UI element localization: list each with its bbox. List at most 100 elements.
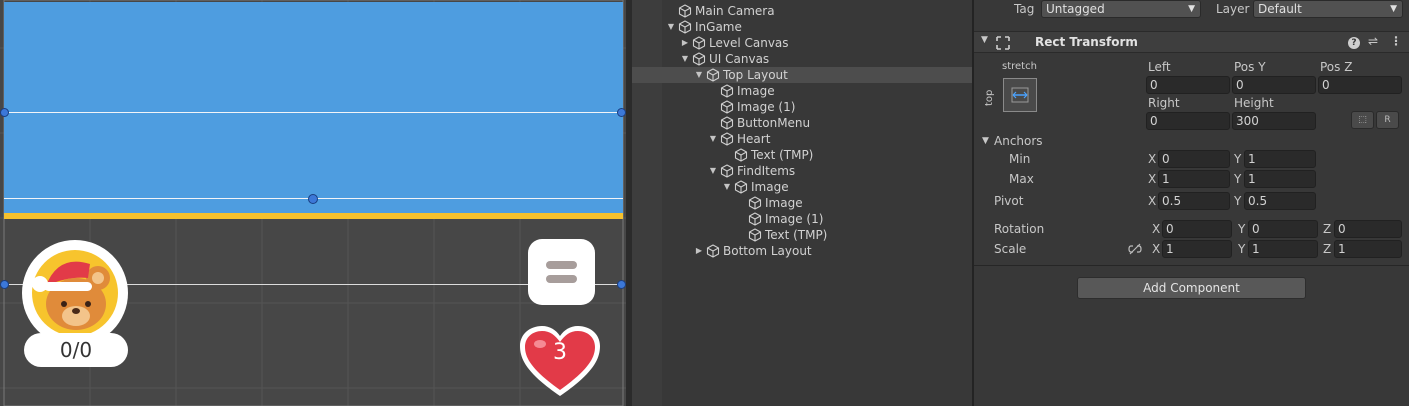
anchor-handle-right[interactable] <box>617 280 626 289</box>
pivot-y-field[interactable]: 0.5 <box>1244 192 1316 210</box>
left-label: Left <box>1148 60 1171 74</box>
anchor-max-y-field[interactable]: 1 <box>1244 170 1316 188</box>
anchor-min-x-field[interactable]: 0 <box>1158 150 1230 168</box>
right-label: Right <box>1148 96 1180 110</box>
raw-edit-button[interactable]: R <box>1376 111 1399 129</box>
height-field[interactable]: 300 <box>1232 112 1316 130</box>
rect-transform-header[interactable]: ▼ Rect Transform ? ⇌ ⋮ <box>974 31 1409 53</box>
axis-x-label: X <box>1148 172 1157 186</box>
rotation-z-field[interactable]: 0 <box>1334 220 1402 238</box>
component-title: Rect Transform <box>1035 35 1138 49</box>
hierarchy-item[interactable]: Text (TMP) <box>632 147 972 163</box>
posy-field[interactable]: 0 <box>1232 76 1316 94</box>
help-icon[interactable]: ? <box>1348 37 1360 49</box>
rotation-x-field[interactable]: 0 <box>1162 220 1232 238</box>
hierarchy-item[interactable]: ▼ Image <box>632 179 972 195</box>
menu-button[interactable] <box>528 239 595 305</box>
left-field[interactable]: 0 <box>1146 76 1230 94</box>
hierarchy-item-label: Image (1) <box>737 100 796 114</box>
constrain-proportions-icon[interactable] <box>1128 243 1142 255</box>
menu-bar-icon <box>546 261 577 269</box>
chevron-down-icon: ▼ <box>1188 4 1195 14</box>
inspector-panel: Tag Untagged ▼ Layer Default ▼ ▼ Rect Tr… <box>974 0 1409 406</box>
foldout-expanded-icon[interactable]: ▼ <box>708 163 718 179</box>
hierarchy-item-label: Level Canvas <box>709 36 789 50</box>
chevron-down-icon: ▼ <box>1390 4 1397 14</box>
foldout-expanded-icon[interactable]: ▼ <box>708 131 718 147</box>
anchor-handle-left[interactable] <box>0 280 9 289</box>
axis-y-label: Y <box>1234 152 1242 166</box>
axis-z-label: Z <box>1323 222 1332 236</box>
blueprint-mode-button[interactable]: ⬚ <box>1351 111 1374 129</box>
gameobject-cube-icon <box>720 163 734 179</box>
anchor-preset-horizontal: stretch <box>1002 61 1037 72</box>
scale-z-field[interactable]: 1 <box>1334 240 1402 258</box>
posz-field[interactable]: 0 <box>1318 76 1402 94</box>
height-label: Height <box>1234 96 1274 110</box>
foldout-expanded-icon[interactable]: ▼ <box>666 19 676 35</box>
axis-y-label: Y <box>1238 242 1246 256</box>
bear-santa-icon <box>32 261 110 330</box>
hierarchy-item[interactable]: ▼ UI Canvas <box>632 51 972 67</box>
right-field[interactable]: 0 <box>1146 112 1230 130</box>
anchor-min-y-field[interactable]: 1 <box>1244 150 1316 168</box>
axis-x-label: X <box>1152 242 1161 256</box>
foldout-expanded-icon[interactable]: ▼ <box>694 67 704 83</box>
hierarchy-item-label: Text (TMP) <box>751 148 814 162</box>
layer-dropdown[interactable]: Default ▼ <box>1253 0 1403 18</box>
hierarchy-item[interactable]: ▼ Top Layout <box>632 67 972 83</box>
tag-label: Tag <box>1014 2 1035 16</box>
foldout-collapsed-icon[interactable]: ▶ <box>680 35 690 51</box>
preset-icon[interactable]: ⇌ <box>1368 34 1378 48</box>
gameobject-cube-icon <box>748 227 762 243</box>
pivot-label: Pivot <box>994 194 1024 208</box>
rect-handle-bottom[interactable] <box>308 194 318 204</box>
more-options-icon[interactable]: ⋮ <box>1390 34 1402 48</box>
hierarchy-item[interactable]: ▶ Level Canvas <box>632 35 972 51</box>
hierarchy-item[interactable]: ▼ InGame <box>632 19 972 35</box>
hierarchy-item[interactable]: Image (1) <box>632 99 972 115</box>
foldout-expanded-icon[interactable]: ▼ <box>680 51 690 67</box>
hierarchy-item-label: Heart <box>737 132 771 146</box>
axis-y-label: Y <box>1234 172 1242 186</box>
scale-y-field[interactable]: 1 <box>1248 240 1318 258</box>
hierarchy-item[interactable]: Main Camera <box>632 3 972 19</box>
anchors-label: Anchors <box>994 134 1043 148</box>
hierarchy-item[interactable]: ▼ Heart <box>632 131 972 147</box>
hierarchy-item[interactable]: Text (TMP) <box>632 227 972 243</box>
hierarchy-item[interactable]: ▶ Bottom Layout <box>632 243 972 259</box>
anchor-preset-button[interactable] <box>1003 78 1037 112</box>
rect-handle-right[interactable] <box>617 108 626 117</box>
anchor-max-x-field[interactable]: 1 <box>1158 170 1230 188</box>
hierarchy-item[interactable]: ▼ FindItems <box>632 163 972 179</box>
foldout-arrow-icon[interactable]: ▼ <box>981 35 988 45</box>
tag-dropdown[interactable]: Untagged ▼ <box>1041 0 1201 18</box>
hierarchy-item-label: Main Camera <box>695 4 775 18</box>
hierarchy-item[interactable]: Image (1) <box>632 211 972 227</box>
gameobject-cube-icon <box>678 19 692 35</box>
rect-handle-left[interactable] <box>0 108 9 117</box>
axis-x-label: X <box>1148 194 1157 208</box>
menu-bar-icon <box>546 275 577 283</box>
posz-label: Pos Z <box>1320 60 1353 74</box>
hierarchy-item[interactable]: Image <box>632 195 972 211</box>
hierarchy-item-label: Image <box>751 180 789 194</box>
anchor-preset-vertical: top <box>984 89 995 106</box>
gameobject-cube-icon <box>734 147 748 163</box>
hierarchy-item[interactable]: ButtonMenu <box>632 115 972 131</box>
foldout-expanded-icon[interactable]: ▼ <box>722 179 732 195</box>
gameobject-cube-icon <box>720 115 734 131</box>
max-label: Max <box>1009 172 1034 186</box>
scene-view[interactable]: 0/0 3 <box>0 0 626 406</box>
foldout-collapsed-icon[interactable]: ▶ <box>694 243 704 259</box>
hierarchy-item-label: ButtonMenu <box>737 116 811 130</box>
hierarchy-item[interactable]: Image <box>632 83 972 99</box>
heart-count: 3 <box>553 340 567 365</box>
scale-x-field[interactable]: 1 <box>1162 240 1232 258</box>
hierarchy-panel[interactable]: Main Camera ▼ InGame ▶ Level Canvas ▼ UI Canva… <box>632 0 972 406</box>
anchors-foldout-icon[interactable]: ▼ <box>982 136 989 146</box>
gameobject-cube-icon <box>734 179 748 195</box>
pivot-x-field[interactable]: 0.5 <box>1158 192 1230 210</box>
add-component-button[interactable]: Add Component <box>1077 277 1306 299</box>
rotation-y-field[interactable]: 0 <box>1248 220 1318 238</box>
